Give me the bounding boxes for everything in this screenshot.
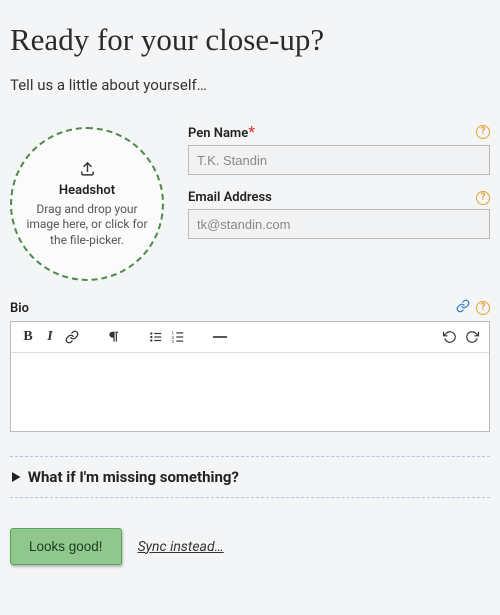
- upload-icon: [79, 160, 96, 181]
- link-icon[interactable]: [456, 299, 470, 317]
- help-icon[interactable]: ?: [476, 301, 490, 315]
- pen-name-label: Pen Name: [188, 126, 248, 141]
- bio-textarea[interactable]: [11, 353, 489, 431]
- headshot-dropzone[interactable]: Headshot Drag and drop your image here, …: [10, 127, 164, 281]
- faq-disclosure[interactable]: What if I'm missing something?: [10, 456, 490, 498]
- email-input[interactable]: [188, 209, 490, 239]
- ordered-list-button[interactable]: 1 2 3: [167, 326, 189, 348]
- bullet-list-button[interactable]: [145, 326, 167, 348]
- editor-toolbar: B I: [11, 322, 489, 353]
- page-subtitle: Tell us a little about yourself…: [10, 76, 490, 94]
- insert-link-button[interactable]: [61, 326, 83, 348]
- bold-button[interactable]: B: [17, 326, 39, 348]
- headshot-instructions: Drag and drop your image here, or click …: [26, 202, 148, 249]
- undo-button[interactable]: [439, 326, 461, 348]
- bio-field-group: Bio ? B I: [10, 299, 490, 432]
- pen-name-input[interactable]: [188, 145, 490, 175]
- pen-name-field-group: Pen Name* ?: [188, 122, 490, 175]
- sync-link[interactable]: Sync instead…: [138, 539, 224, 555]
- bio-label: Bio: [10, 301, 29, 316]
- italic-button[interactable]: I: [39, 326, 61, 348]
- help-icon[interactable]: ?: [476, 191, 490, 205]
- email-field-group: Email Address ?: [188, 190, 490, 239]
- redo-button[interactable]: [461, 326, 483, 348]
- horizontal-rule-button[interactable]: [209, 326, 231, 348]
- required-mark: *: [248, 122, 255, 141]
- svg-text:3: 3: [172, 339, 175, 344]
- page-title: Ready for your close-up?: [10, 22, 490, 58]
- submit-button[interactable]: Looks good!: [10, 528, 122, 565]
- headshot-title: Headshot: [59, 183, 115, 198]
- faq-summary[interactable]: What if I'm missing something?: [12, 468, 488, 486]
- email-label: Email Address: [188, 190, 272, 205]
- bio-editor: B I: [10, 321, 490, 432]
- paragraph-button[interactable]: [103, 326, 125, 348]
- help-icon[interactable]: ?: [476, 125, 490, 139]
